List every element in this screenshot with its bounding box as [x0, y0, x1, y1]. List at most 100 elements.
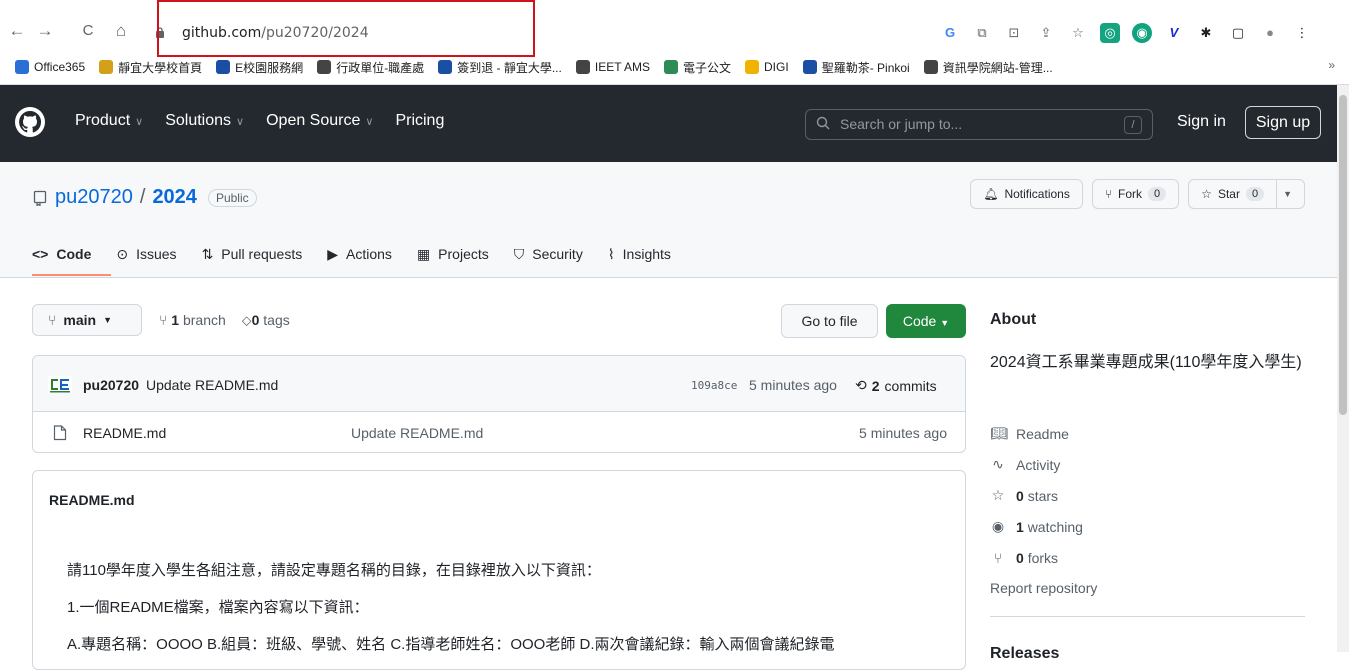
tab-pull-requests[interactable]: ⇅ Pull requests [202, 243, 303, 265]
button-divider [1276, 180, 1278, 208]
branch-icon: ⑂ [48, 312, 57, 328]
star-dropdown-icon[interactable]: ▼ [1283, 189, 1292, 199]
go-to-file-button[interactable]: Go to file [781, 304, 878, 338]
file-commit-time: 5 minutes ago [859, 425, 947, 441]
nav-product-label: Product [75, 112, 131, 129]
commits-history-link[interactable]: ⟲ 2 commits [855, 377, 937, 394]
forks-link[interactable]: ⑂ 0 forks [990, 542, 1097, 573]
report-repository-link[interactable]: Report repository [990, 573, 1097, 604]
tab-security[interactable]: ⛉ Security [514, 243, 583, 265]
issue-icon: ⊙ [116, 245, 129, 262]
bookmark-item[interactable]: 資訊學院網站-管理... [917, 56, 1060, 78]
back-button[interactable]: ← [6, 20, 28, 42]
nav-pricing[interactable]: Pricing [395, 112, 444, 130]
translate-page-icon[interactable]: ⊡ [1004, 23, 1024, 43]
nav-pricing-label: Pricing [395, 112, 445, 129]
browser-menu-icon[interactable]: ⋮ [1292, 23, 1312, 43]
bookmark-item[interactable]: Office365 [8, 56, 92, 78]
bookmark-star-icon[interactable]: ☆ [1068, 23, 1088, 43]
tab-actions-label: Actions [346, 246, 392, 262]
bookmark-favicon-icon [438, 60, 453, 74]
tab-issues[interactable]: ⊙ Issues [116, 243, 176, 265]
fork-icon: ⑂ [993, 549, 1003, 566]
sign-in-link[interactable]: Sign in [1177, 113, 1226, 131]
stars-link[interactable]: ☆ 0 stars [990, 480, 1097, 511]
github-logo-icon[interactable] [14, 106, 46, 138]
activity-link[interactable]: ∿ Activity [990, 449, 1097, 480]
nav-open-source[interactable]: Open Source ∨ [266, 112, 373, 130]
url-highlight-box [157, 0, 535, 57]
repo-owner-link[interactable]: pu20720 [55, 186, 133, 209]
bookmark-label: 靜宜大學校首頁 [118, 60, 203, 75]
bookmark-label: IEET AMS [594, 60, 650, 74]
tab-insights[interactable]: ⌇ Insights [608, 243, 671, 265]
side-panel-icon[interactable]: ▢ [1228, 23, 1248, 43]
profile-avatar-icon[interactable]: ● [1260, 23, 1280, 43]
readme-title-link[interactable]: README.md [49, 492, 135, 508]
file-commit-message-link[interactable]: Update README.md [351, 425, 483, 441]
readme-link-label: Readme [1016, 425, 1069, 442]
fork-button[interactable]: ⑂ Fork 0 [1091, 179, 1180, 209]
commit-author-link[interactable]: pu20720 [83, 377, 139, 393]
branches-link[interactable]: ⑂ 1 branch [159, 312, 226, 329]
author-avatar[interactable] [48, 376, 72, 393]
extensions-puzzle-icon[interactable]: ✱ [1196, 23, 1216, 43]
bookmark-item[interactable]: 靜宜大學校首頁 [92, 56, 209, 78]
chatgpt-extension-icon[interactable]: ◉ [1132, 23, 1152, 43]
readme-paragraph: A.專題名稱：OOOO B.組員：班級、學號、姓名 C.指導老師姓名：OOO老師… [67, 636, 835, 653]
fork-count: 0 [1148, 187, 1167, 201]
commit-message-link[interactable]: Update README.md [146, 377, 278, 393]
tab-issues-label: Issues [136, 246, 177, 262]
home-button[interactable]: ⌂ [110, 20, 132, 42]
extension-green-icon[interactable]: ◎ [1100, 23, 1120, 43]
bookmark-item[interactable]: E校園服務網 [209, 56, 310, 78]
share-icon[interactable]: ⇪ [1036, 23, 1056, 43]
vimeo-extension-icon[interactable]: V [1164, 23, 1184, 43]
repo-icon [33, 190, 47, 206]
branch-select-button[interactable]: ⑂ main ▼ [32, 304, 142, 336]
bookmark-favicon-icon [216, 60, 231, 74]
tab-projects[interactable]: ▦ Projects [417, 243, 489, 265]
code-dropdown-button[interactable]: Code ▼ [886, 304, 966, 338]
tab-projects-label: Projects [438, 246, 489, 262]
page-scrollbar[interactable] [1337, 85, 1349, 652]
repo-name-link[interactable]: 2024 [152, 186, 197, 209]
bookmark-item[interactable]: IEET AMS [569, 56, 657, 78]
chevron-down-icon: ▼ [103, 315, 113, 325]
star-button[interactable]: ☆ Star 0 ▼ [1188, 179, 1305, 209]
tags-link[interactable]: ⬦0 tags [242, 312, 290, 329]
bookmarks-overflow-button[interactable]: » [1328, 58, 1335, 72]
install-icon[interactable]: ⧉ [972, 23, 992, 43]
search-input[interactable]: Search or jump to... / [805, 109, 1153, 140]
bookmark-item[interactable]: 聖羅勒茶- Pinkoi [796, 56, 917, 78]
nav-product[interactable]: Product ∨ [75, 112, 143, 130]
google-translate-icon[interactable]: G [940, 23, 960, 43]
activity-link-label: Activity [1016, 456, 1061, 473]
nav-solutions[interactable]: Solutions ∨ [165, 112, 244, 130]
branch-tag-info: ⑂ 1 branch ⬦0 tags [159, 312, 290, 329]
tab-actions[interactable]: ▶ Actions [327, 243, 392, 265]
forward-button[interactable]: → [34, 20, 56, 42]
bookmark-item[interactable]: DIGI [738, 56, 796, 78]
commit-sha-link[interactable]: 109a8ce [691, 379, 737, 392]
tab-code[interactable]: <> Code [32, 243, 91, 265]
watchers-link[interactable]: ◉ 1 watching [990, 511, 1097, 542]
bookmark-item[interactable]: 簽到退 - 靜宜大學... [431, 56, 569, 78]
scrollbar-thumb[interactable] [1339, 95, 1347, 415]
reload-button[interactable]: C [77, 20, 99, 42]
file-row[interactable]: README.md Update README.md 5 minutes ago [33, 413, 965, 452]
bookmark-item[interactable]: 行政單位-職產處 [310, 56, 431, 78]
github-header: Product ∨ Solutions ∨ Open Source ∨ Pricing… [0, 85, 1337, 162]
file-icon [53, 425, 67, 441]
file-name-link[interactable]: README.md [83, 425, 166, 441]
sign-up-button[interactable]: Sign up [1245, 106, 1321, 139]
code-button-label: Code [902, 313, 937, 329]
readme-link[interactable]: 📖︎ Readme [990, 418, 1097, 449]
releases-heading: Releases [990, 645, 1060, 662]
notifications-button[interactable]: 🔔︎ Notifications [970, 179, 1083, 209]
bell-icon: 🔔︎ [983, 187, 999, 201]
bookmark-item[interactable]: 電子公文 [657, 56, 738, 78]
watching-word: watching [1027, 518, 1083, 535]
repo-tabs: <> Code ⊙ Issues ⇅ Pull requests ▶ Actions ▦… [32, 243, 671, 265]
repo-path-separator: / [139, 186, 146, 208]
